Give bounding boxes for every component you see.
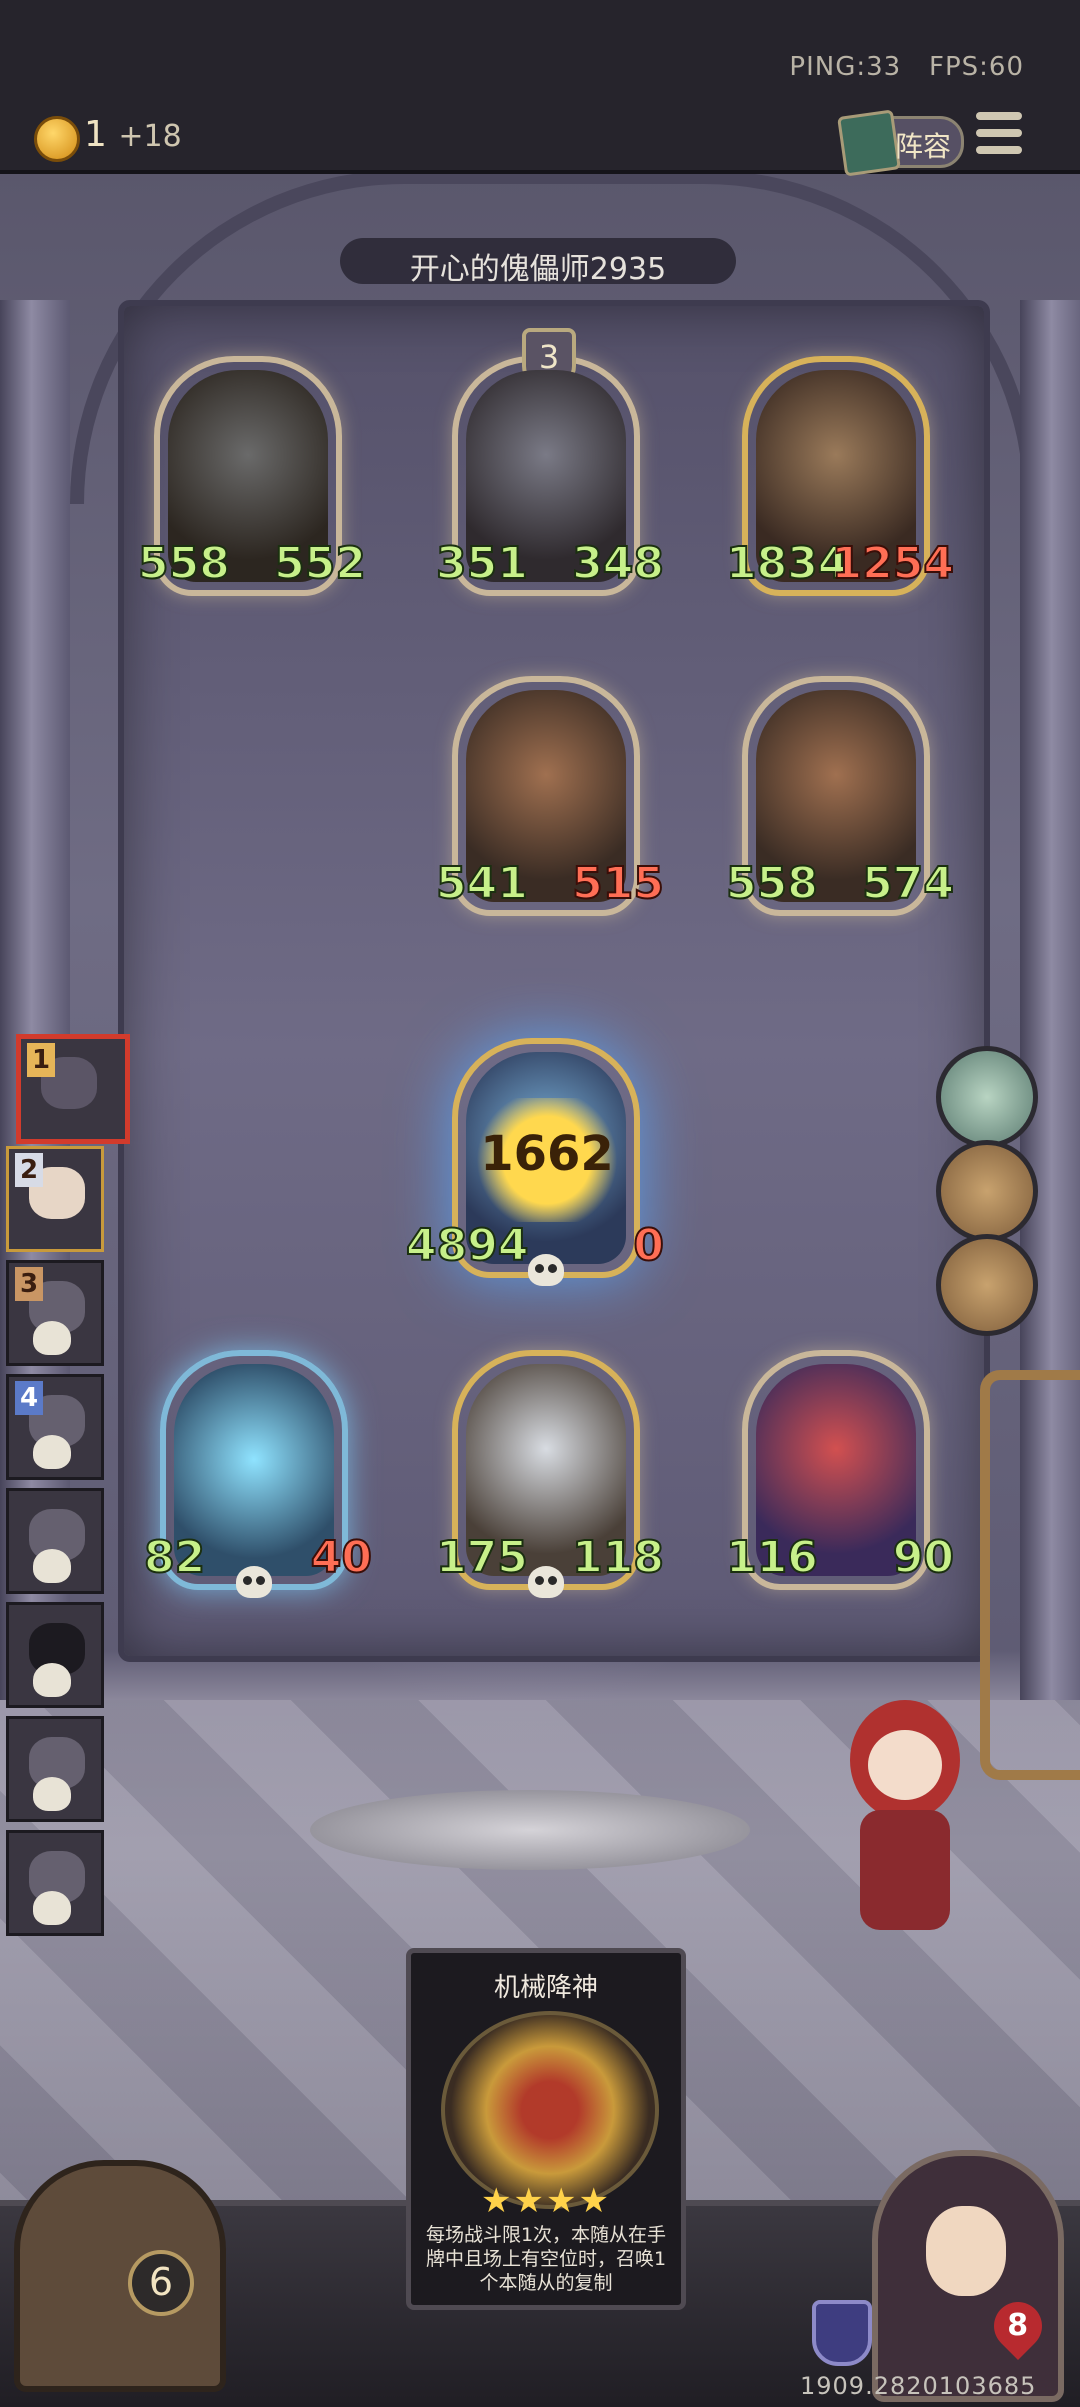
hero-health: 8 [1007, 2308, 1029, 2344]
minion-attack: 4894 [405, 1220, 529, 1271]
damage-burst: 1662 [472, 1098, 622, 1222]
player-character [830, 1700, 980, 1970]
gold-counter: 1 +18 [84, 114, 182, 155]
minion-attack: 1834 [725, 538, 849, 589]
minion-health: 348 [571, 538, 665, 589]
tavern-tier-badge: 6 [128, 2250, 194, 2316]
fps-readout: FPS:60 [929, 52, 1024, 82]
minion-health: 0 [632, 1220, 665, 1271]
rank-badge: 2 [15, 1153, 43, 1187]
leaderboard-entry-7[interactable] [6, 1716, 104, 1822]
rank-badge: 4 [15, 1381, 43, 1415]
minion-health: 515 [571, 858, 665, 909]
gold-income: +18 [118, 119, 182, 154]
rank-badge: 1 [27, 1043, 55, 1077]
eliminated-skull-icon [33, 1435, 71, 1469]
leaderboard-entry-3[interactable]: 3 [6, 1260, 104, 1366]
damage-number: 1662 [480, 1126, 614, 1182]
enemy-minion-1[interactable]: 558 552 [137, 356, 367, 596]
trinket-slot-1[interactable] [936, 1046, 1038, 1148]
character-body [860, 1810, 950, 1930]
enemy-minion-2[interactable]: 3 351 348 [435, 328, 665, 596]
leaderboard-entry-1[interactable]: 1 [16, 1034, 130, 1144]
network-stats: PING:33 FPS:60 [789, 52, 1024, 82]
enemy-minion-4[interactable]: 541 515 [435, 676, 665, 916]
deathrattle-skull-icon [528, 1566, 564, 1598]
hero-portrait[interactable] [872, 2150, 1064, 2402]
minion-attack: 82 [143, 1532, 206, 1583]
minion-attack: 558 [725, 858, 819, 909]
hand-card-art [441, 2011, 659, 2209]
music-box-stage [310, 1790, 750, 1870]
eliminated-skull-icon [33, 1663, 71, 1697]
deathrattle-skull-icon [528, 1254, 564, 1286]
menu-icon[interactable] [976, 112, 1022, 162]
eliminated-skull-icon [33, 1549, 71, 1583]
tavern-shop-icon[interactable] [14, 2160, 226, 2392]
gold-amount: 1 [84, 114, 107, 155]
trinket-slot-2[interactable] [936, 1140, 1038, 1242]
shield-icon [812, 2300, 872, 2366]
lineup-label: 阵容 [895, 130, 952, 163]
rank-badge: 3 [15, 1267, 43, 1301]
eliminated-skull-icon [33, 1777, 71, 1811]
top-hud: PING:33 FPS:60 1 +18 阵容 [0, 0, 1080, 177]
lineup-button[interactable]: 阵容 [837, 109, 964, 177]
hand-card-title: 机械降神 [493, 1973, 598, 2003]
trinket-slot-3[interactable] [936, 1234, 1038, 1336]
deathrattle-skull-icon [236, 1566, 272, 1598]
enemy-minion-3[interactable]: 1834 1254 [725, 356, 955, 596]
player-minion-1[interactable]: 82 40 [143, 1350, 373, 1598]
minion-attack: 541 [435, 858, 529, 909]
eliminated-skull-icon [33, 1891, 71, 1925]
hand-card[interactable]: 机械降神 ★★★★ 每场战斗限1次，本随从在手牌中且场上有空位时，召唤1个本随从… [406, 1948, 686, 2310]
minion-health: 1254 [831, 538, 955, 589]
character-face [868, 1730, 942, 1800]
minion-attack: 116 [725, 1532, 819, 1583]
book-icon [837, 109, 901, 177]
enemy-minion-5[interactable]: 558 574 [725, 676, 955, 916]
hand-card-description: 每场战斗限1次，本随从在手牌中且场上有空位时，召唤1个本随从的复制 [425, 2224, 667, 2294]
leaderboard-entry-8[interactable] [6, 1830, 104, 1936]
hero-face [926, 2206, 1006, 2296]
minion-health: 552 [273, 538, 367, 589]
minion-health: 40 [310, 1532, 373, 1583]
minion-health: 118 [571, 1532, 665, 1583]
leaderboard-entry-4[interactable]: 4 [6, 1374, 104, 1480]
minion-attack: 558 [137, 538, 231, 589]
minion-attack: 175 [435, 1532, 529, 1583]
harp-decoration [980, 1370, 1080, 1780]
eliminated-skull-icon [33, 1321, 71, 1355]
leaderboard-entry-6[interactable] [6, 1602, 104, 1708]
gold-coin-icon [34, 116, 80, 162]
minion-health: 90 [892, 1532, 955, 1583]
leaderboard-entry-5[interactable] [6, 1488, 104, 1594]
opponent-name: 开心的傀儡师2935 [409, 252, 667, 287]
player-minion-3[interactable]: 116 90 [725, 1350, 955, 1590]
star-rating: ★★★★ [481, 2181, 611, 2221]
ping-readout: PING:33 [789, 52, 902, 82]
leaderboard-entry-2[interactable]: 2 [6, 1146, 104, 1252]
opponent-name-banner: 开心的傀儡师2935 [340, 238, 736, 287]
minion-health: 574 [861, 858, 955, 909]
player-minion-2[interactable]: 175 118 [435, 1350, 665, 1598]
minion-attack: 351 [435, 538, 529, 589]
session-id: 1909.2820103685 [800, 2372, 1037, 2400]
